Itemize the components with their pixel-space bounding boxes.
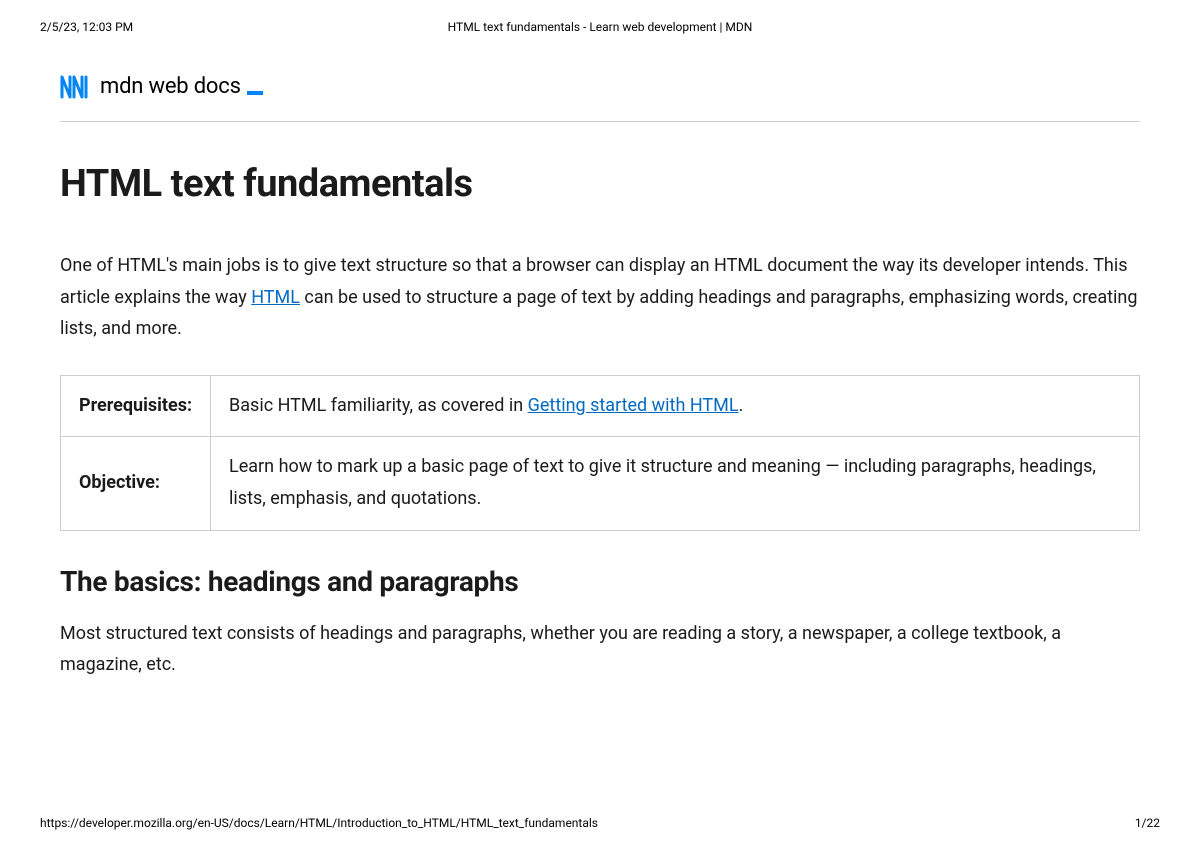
section-body: Most structured text consists of heading…: [60, 618, 1140, 681]
print-timestamp: 2/5/23, 12:03 PM: [40, 20, 133, 34]
logo-cursor-icon: [247, 91, 263, 95]
section-heading: The basics: headings and paragraphs: [60, 565, 1140, 598]
print-title: HTML text fundamentals - Learn web devel…: [448, 20, 753, 34]
prerequisites-header: Prerequisites:: [61, 375, 211, 436]
logo-bar: mdn web docs: [60, 44, 1140, 122]
print-page-number: 1/22: [1135, 816, 1160, 830]
print-footer: https://developer.mozilla.org/en-US/docs…: [40, 816, 1160, 830]
html-link[interactable]: HTML: [251, 287, 300, 308]
print-header: 2/5/23, 12:03 PM HTML text fundamentals …: [0, 0, 1200, 44]
intro-paragraph: One of HTML's main jobs is to give text …: [60, 250, 1140, 345]
mdn-logo-icon: [60, 75, 92, 99]
cell-text: .: [739, 395, 744, 416]
table-row: Objective: Learn how to mark up a basic …: [61, 436, 1140, 530]
print-url: https://developer.mozilla.org/en-US/docs…: [40, 816, 598, 830]
info-table: Prerequisites: Basic HTML familiarity, a…: [60, 375, 1140, 531]
getting-started-link[interactable]: Getting started with HTML: [528, 395, 739, 416]
logo-text: mdn web docs: [100, 74, 241, 99]
objective-header: Objective:: [61, 436, 211, 530]
table-row: Prerequisites: Basic HTML familiarity, a…: [61, 375, 1140, 436]
cell-text: Basic HTML familiarity, as covered in: [229, 395, 528, 416]
objective-cell: Learn how to mark up a basic page of tex…: [211, 436, 1140, 530]
prerequisites-cell: Basic HTML familiarity, as covered in Ge…: [211, 375, 1140, 436]
page-title: HTML text fundamentals: [60, 162, 1140, 206]
